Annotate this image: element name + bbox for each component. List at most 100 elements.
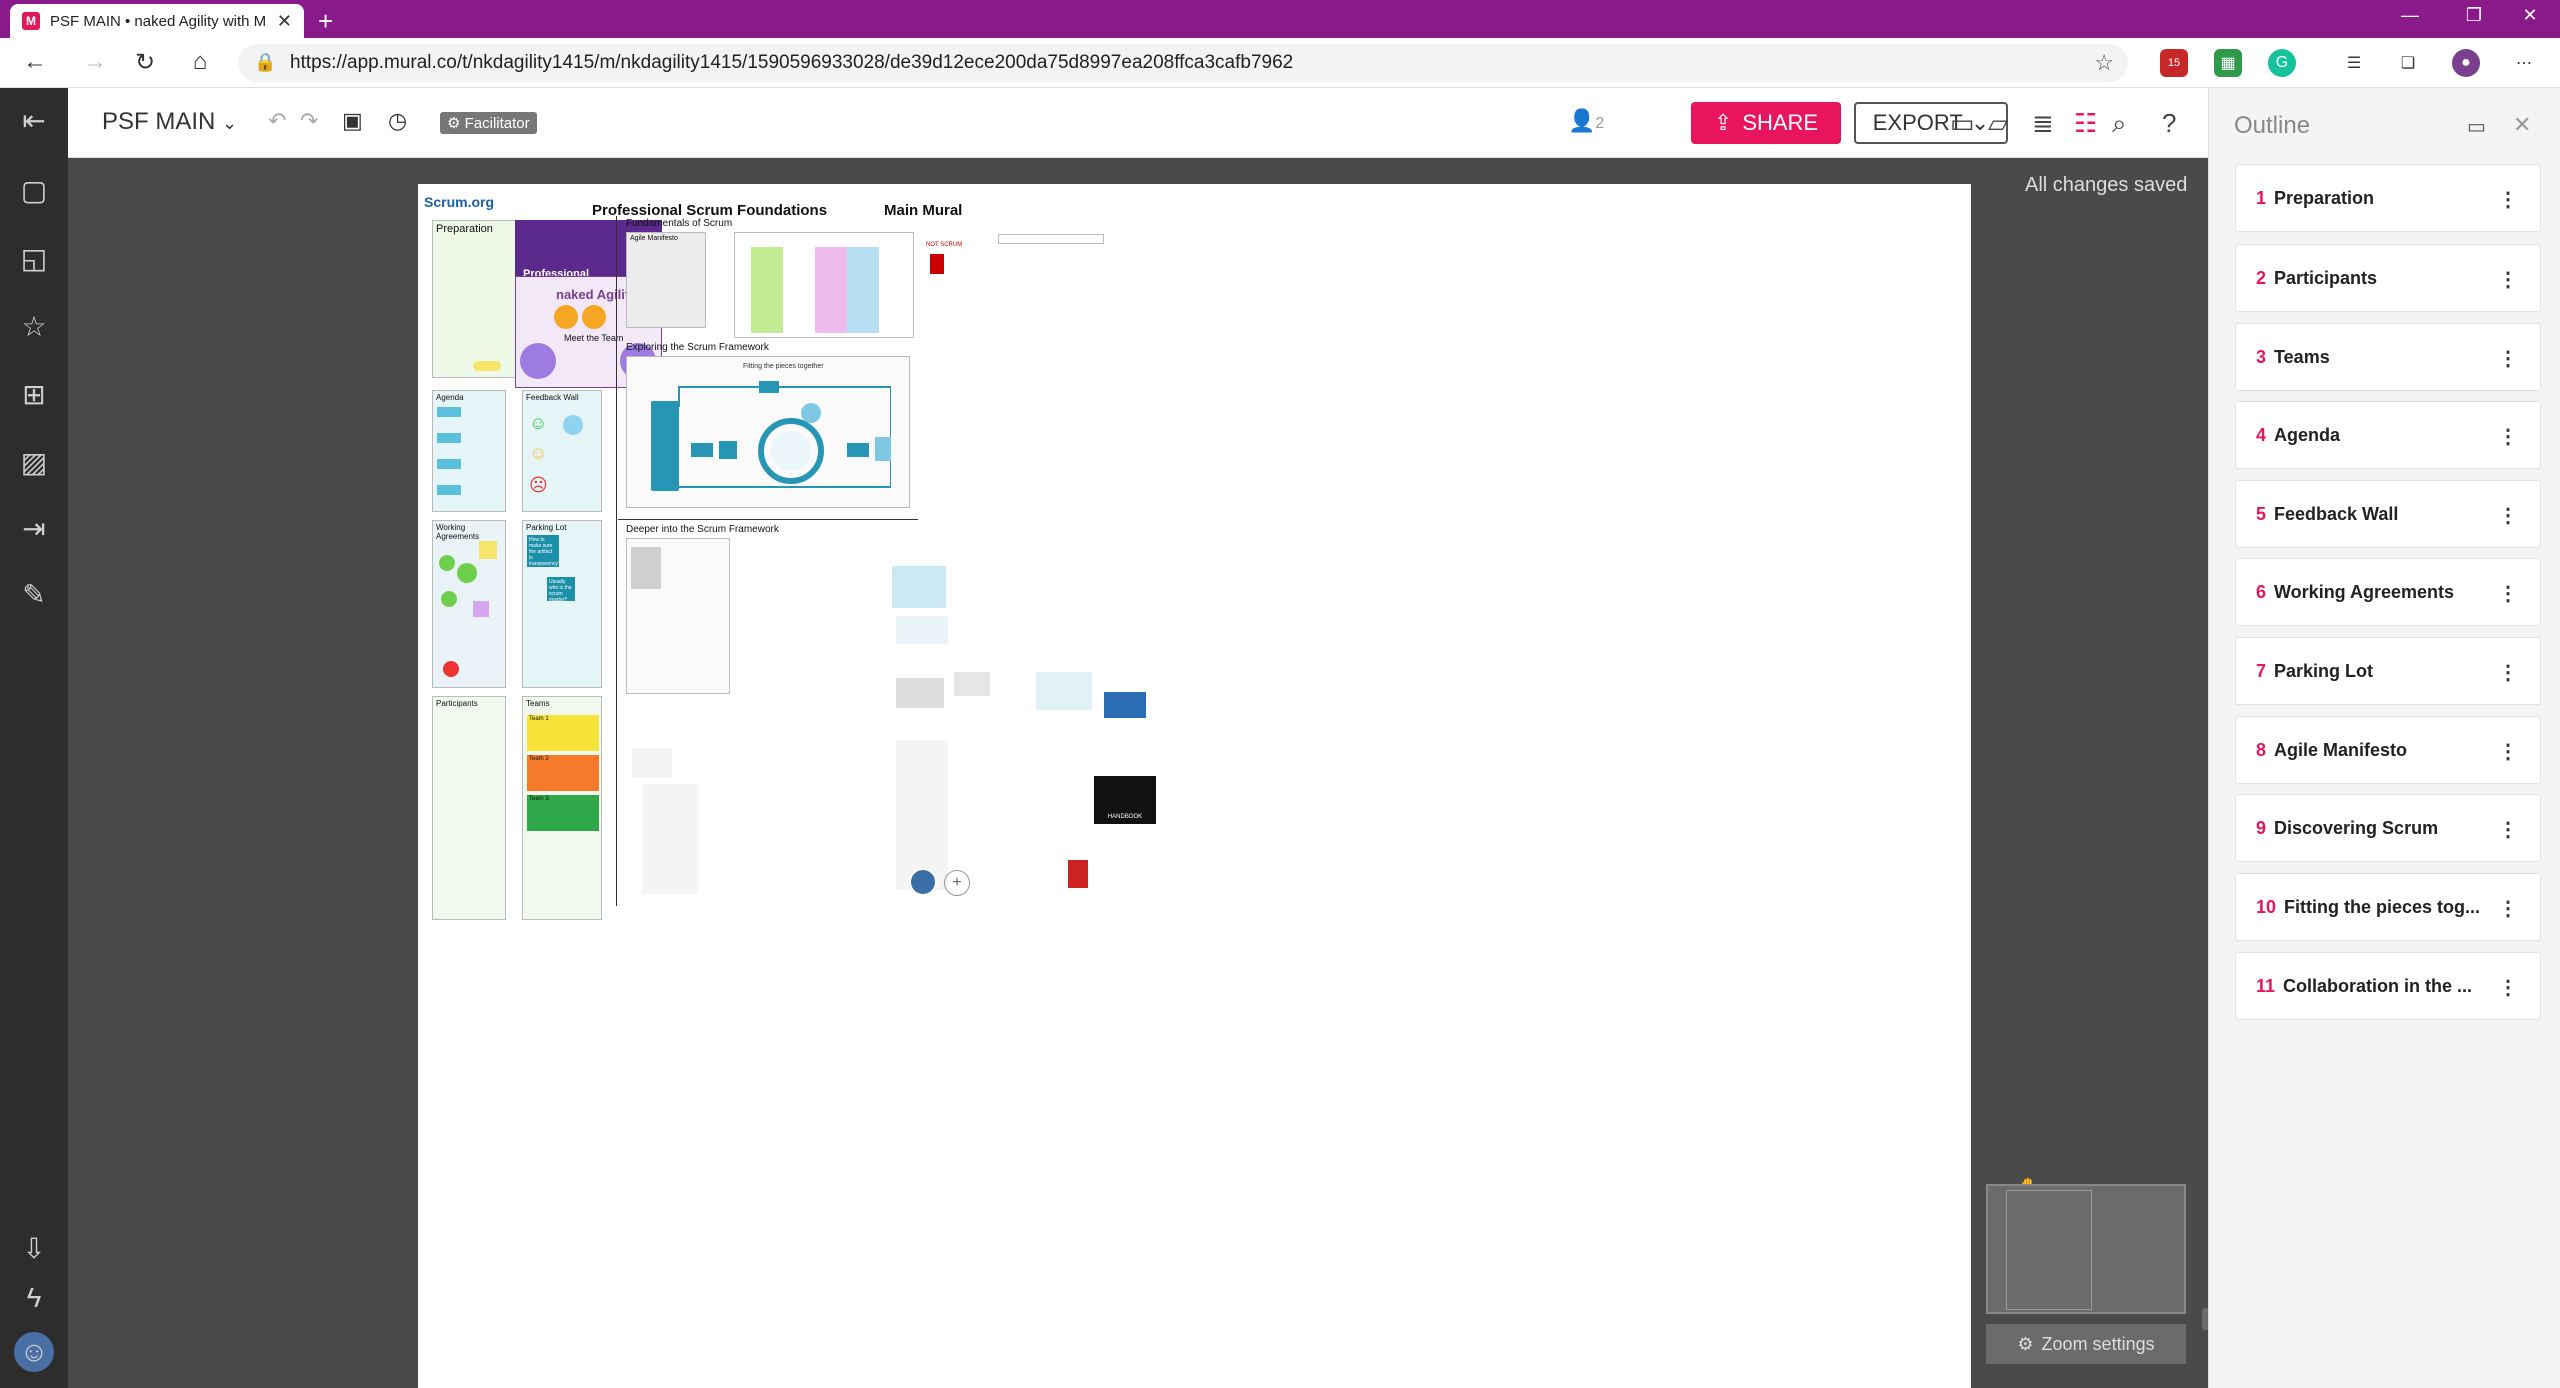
teams-panel[interactable]: Teams Team 1 Team 2 Team 3	[522, 696, 602, 920]
participants-icon[interactable]: 👤2	[1568, 108, 1604, 134]
activity-icon[interactable]: ≣	[2032, 108, 2054, 139]
new-tab-button[interactable]: +	[318, 6, 333, 37]
outline-item-9[interactable]: 9 Discovering Scrum ⋮	[2235, 794, 2541, 862]
outline-item-5[interactable]: 5 Feedback Wall ⋮	[2235, 480, 2541, 548]
artifact-thumb-7[interactable]	[642, 784, 698, 894]
share-button[interactable]: ⇪ SHARE	[1691, 102, 1841, 144]
close-window-button[interactable]: ✕	[2500, 0, 2560, 30]
draw-pencil-icon[interactable]: ✎	[14, 574, 54, 614]
outline-item-10[interactable]: 10 Fitting the pieces tog... ⋮	[2235, 873, 2541, 941]
artifact-thumb-3[interactable]	[896, 678, 944, 708]
parking-sticky-1[interactable]: How to make sure the artifact is transpa…	[527, 535, 561, 567]
agile-manifesto-panel[interactable]: Agile Manifesto	[626, 232, 706, 328]
whats-new-icon[interactable]: ϟ	[14, 1278, 54, 1318]
comments-icon[interactable]: ▱	[1988, 108, 2008, 139]
home-button[interactable]: ⌂	[183, 48, 217, 76]
team1-block[interactable]: Team 1	[527, 715, 599, 751]
close-outline-icon[interactable]: ✕	[2513, 112, 2531, 138]
discovering-scrum-panel[interactable]	[734, 232, 914, 338]
calendar-extension-icon[interactable]: 15	[2160, 49, 2188, 77]
icons-star-icon[interactable]: ☆	[14, 306, 54, 346]
more-icon[interactable]: ⋮	[2498, 975, 2518, 1000]
more-icon[interactable]: ⋮	[2498, 267, 2518, 292]
more-icon[interactable]: ⋮	[2498, 739, 2518, 764]
outline-item-7[interactable]: 7 Parking Lot ⋮	[2235, 637, 2541, 705]
outline-item-6[interactable]: 6 Working Agreements ⋮	[2235, 558, 2541, 626]
sheets-extension-icon[interactable]: ▦	[2214, 49, 2242, 77]
add-collaborator-button[interactable]: +	[944, 870, 970, 896]
more-icon[interactable]: ⋮	[2498, 660, 2518, 685]
timer-icon[interactable]: ◷	[388, 108, 407, 134]
back-button[interactable]: ←	[18, 48, 52, 76]
redo-icon[interactable]: ↷	[300, 108, 318, 134]
forward-button[interactable]: →	[78, 48, 112, 76]
reading-list-icon[interactable]: ☰	[2340, 49, 2368, 77]
url-field[interactable]: 🔒 https://app.mural.co/t/nkdagility1415/…	[238, 44, 2128, 82]
chat-icon[interactable]: ▭	[1950, 108, 1975, 139]
team2-block[interactable]: Team 2	[527, 755, 599, 791]
minimap[interactable]	[1986, 1184, 2186, 1314]
exit-mural-icon[interactable]: ⇤	[14, 100, 54, 140]
fitting-pieces-panel[interactable]: Fitting the pieces together	[626, 356, 910, 508]
minimize-window-button[interactable]: —	[2380, 0, 2440, 30]
outline-item-1[interactable]: 1 Preparation ⋮	[2235, 164, 2541, 232]
outline-item-8[interactable]: 8 Agile Manifesto ⋮	[2235, 716, 2541, 784]
user-avatar[interactable]: ☺	[14, 1332, 54, 1372]
grammarly-extension-icon[interactable]: G	[2268, 49, 2296, 77]
outline-item-2[interactable]: 2 Participants ⋮	[2235, 244, 2541, 312]
upload-icon[interactable]: ⇥	[14, 508, 54, 548]
help-icon[interactable]: ?	[2162, 108, 2176, 139]
artifact-thumb-4[interactable]	[954, 672, 990, 696]
browser-menu-icon[interactable]: ⋯	[2510, 49, 2538, 77]
agenda-panel[interactable]: Agenda	[432, 390, 506, 512]
more-icon[interactable]: ⋮	[2498, 581, 2518, 606]
working-agreements-panel[interactable]: Working Agreements	[432, 520, 506, 688]
feedback-wall-panel[interactable]: Feedback Wall ☺ ☺ ☹	[522, 390, 602, 512]
outline-item-11[interactable]: 11 Collaboration in the ... ⋮	[2235, 952, 2541, 1020]
present-outline-icon[interactable]: ▭	[2467, 114, 2486, 139]
bookmark-star-icon[interactable]: ☆	[2094, 50, 2114, 76]
text-shapes-icon[interactable]: ◱	[14, 238, 54, 278]
more-icon[interactable]: ⋮	[2498, 187, 2518, 212]
mural-title[interactable]: PSF MAIN ⌄	[102, 108, 237, 136]
close-tab-icon[interactable]: ✕	[277, 11, 292, 32]
profile-avatar[interactable]: ●	[2452, 49, 2480, 77]
zoom-settings-button[interactable]: ⚙ Zoom settings	[1986, 1324, 2186, 1364]
mural-board[interactable]: Scrum.org Professional Scrum Foundations…	[418, 184, 1971, 1388]
more-icon[interactable]: ⋮	[2498, 817, 2518, 842]
parking-lot-panel[interactable]: Parking Lot How to make sure the artifac…	[522, 520, 602, 688]
outline-item-3[interactable]: 3 Teams ⋮	[2235, 323, 2541, 391]
browser-tab[interactable]: M PSF MAIN • naked Agility with M ✕	[10, 4, 304, 38]
parking-sticky-2[interactable]: Usually who is the scrum master?	[547, 577, 575, 603]
more-icon[interactable]: ⋮	[2498, 424, 2518, 449]
feedback-icon[interactable]: ⇩	[14, 1228, 54, 1268]
team3-block[interactable]: Team 3	[527, 795, 599, 831]
facilitator-badge[interactable]: ⚙ Facilitator	[440, 112, 537, 134]
mural-canvas[interactable]: All changes saved Scrum.org Professional…	[68, 158, 2252, 1388]
laser-pointer-icon[interactable]: ▣	[342, 108, 363, 134]
make-change-happen-image[interactable]	[1104, 692, 1146, 718]
artifact-thumb-6[interactable]	[632, 748, 672, 778]
handbook-image[interactable]: HANDBOOK	[1094, 776, 1156, 824]
more-icon[interactable]: ⋮	[2498, 503, 2518, 528]
more-icon[interactable]: ⋮	[2498, 896, 2518, 921]
reload-button[interactable]: ↻	[128, 48, 162, 77]
outline-item-4[interactable]: 4 Agenda ⋮	[2235, 401, 2541, 469]
sticky-note-icon[interactable]: ▢	[14, 170, 54, 210]
participants-panel[interactable]: Participants	[432, 696, 506, 920]
more-icon[interactable]: ⋮	[2498, 346, 2518, 371]
undo-icon[interactable]: ↶	[268, 108, 286, 134]
export-button[interactable]: EXPORT ⌄	[1854, 102, 2008, 144]
search-icon[interactable]: ⌕	[2112, 108, 2127, 140]
artifact-thumb-5[interactable]	[1036, 672, 1092, 710]
artifact-thumb-2[interactable]	[896, 616, 948, 644]
artifact-thumb-1[interactable]	[892, 566, 946, 608]
artifact-book[interactable]	[1068, 860, 1088, 888]
collections-icon[interactable]: ❏	[2394, 49, 2422, 77]
images-icon[interactable]: ▨	[14, 442, 54, 482]
outline-icon[interactable]: ☷	[2074, 108, 2097, 139]
restore-window-button[interactable]: ❐	[2444, 0, 2504, 30]
collaborator-avatar[interactable]	[909, 868, 937, 896]
frameworks-icon[interactable]: ⊞	[14, 374, 54, 414]
deeper-panel[interactable]	[626, 538, 730, 694]
